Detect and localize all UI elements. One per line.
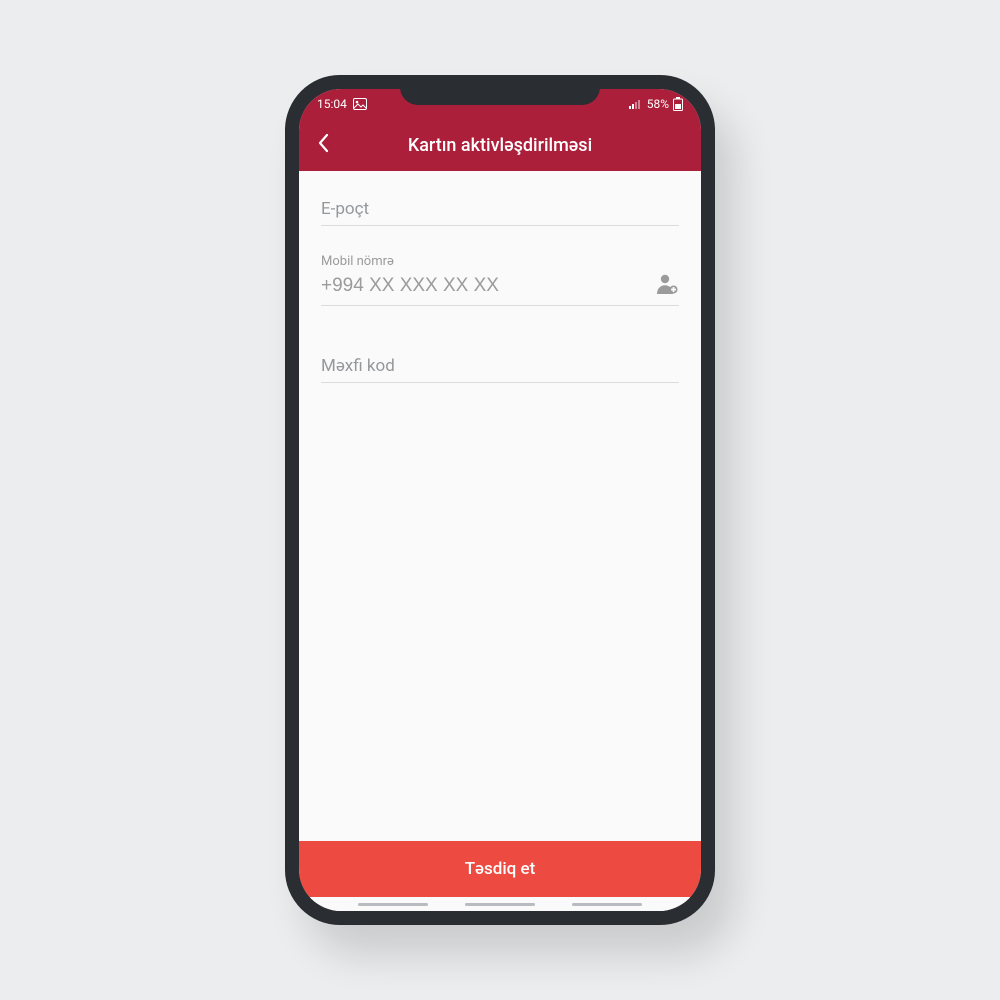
phone-device-frame: 15:04 5	[285, 75, 715, 925]
status-time: 15:04	[317, 97, 347, 111]
mobile-label: Mobil nömrə	[321, 254, 679, 269]
add-contact-icon	[655, 280, 679, 299]
battery-icon	[673, 97, 683, 111]
chevron-left-icon	[317, 133, 329, 158]
battery-percent: 58%	[647, 97, 669, 111]
mobile-field[interactable]: Mobil nömrə	[321, 254, 679, 306]
spacer	[321, 411, 679, 841]
page-title: Kartın aktivləşdirilməsi	[299, 135, 701, 156]
nav-recent-indicator[interactable]	[358, 903, 428, 906]
image-icon	[353, 98, 367, 110]
nav-home-indicator[interactable]	[465, 903, 535, 906]
secret-code-field[interactable]: Məxfi kod	[321, 356, 679, 383]
status-right: 58%	[629, 97, 683, 111]
system-nav-bar	[299, 897, 701, 911]
back-button[interactable]	[299, 119, 347, 171]
confirm-label: Təsdiq et	[465, 859, 536, 879]
signal-icon	[629, 99, 643, 109]
email-field[interactable]: E-poçt	[321, 199, 679, 226]
app-header: Kartın aktivləşdirilməsi	[299, 119, 701, 171]
confirm-button[interactable]: Təsdiq et	[299, 841, 701, 897]
mobile-input[interactable]	[321, 275, 655, 297]
email-label: E-poçt	[321, 199, 679, 219]
secret-code-label: Məxfi kod	[321, 356, 679, 376]
nav-back-indicator[interactable]	[572, 903, 642, 906]
add-contact-button[interactable]	[655, 273, 679, 299]
form-content: E-poçt Mobil nömrə	[299, 171, 701, 841]
phone-screen: 15:04 5	[299, 89, 701, 911]
status-left: 15:04	[317, 97, 367, 111]
phone-notch	[400, 75, 600, 105]
